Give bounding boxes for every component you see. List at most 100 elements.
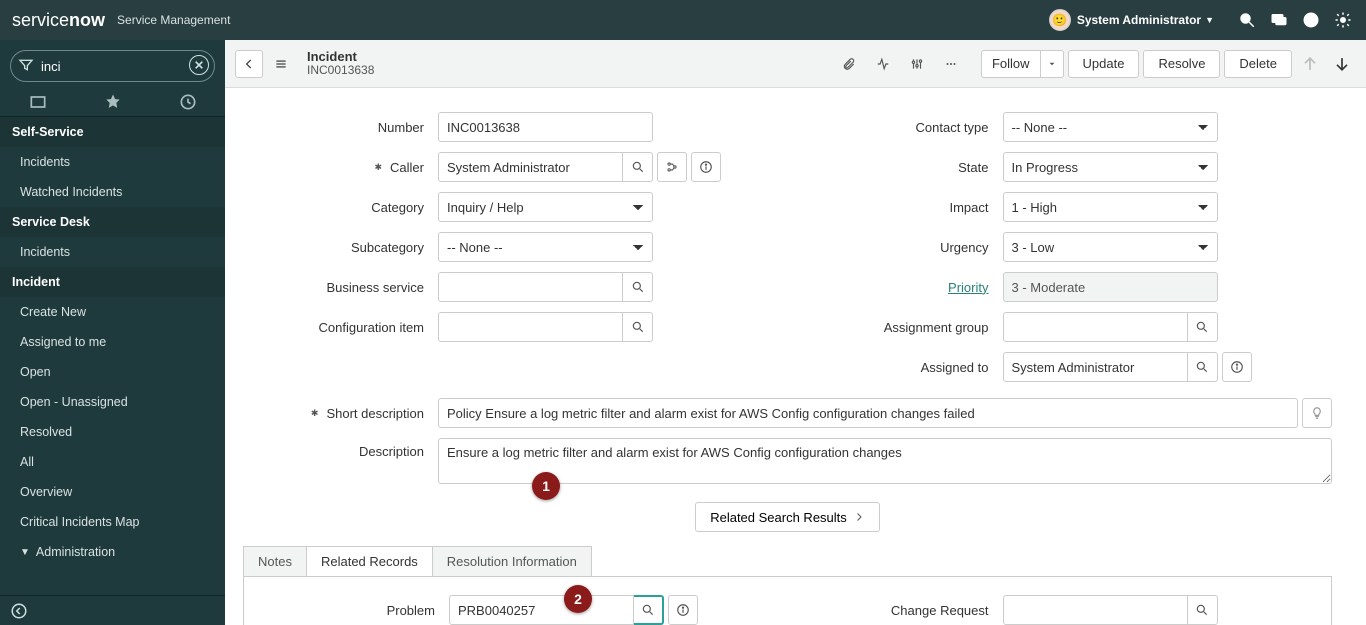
delete-button[interactable]: Delete: [1224, 50, 1292, 78]
nav-module[interactable]: Incidents: [0, 147, 225, 177]
nav-collapse[interactable]: [0, 595, 225, 625]
problem-input[interactable]: [449, 595, 634, 625]
label-assigned-to: Assigned to: [808, 360, 1003, 375]
activity-icon[interactable]: [869, 50, 897, 78]
nav-module-administration[interactable]: ▼Administration: [0, 537, 225, 567]
lookup-icon[interactable]: [1188, 595, 1218, 625]
urgency-select[interactable]: 3 - Low: [1003, 232, 1218, 262]
app-navigator: Self-Service Incidents Watched Incidents…: [0, 40, 225, 625]
info-icon[interactable]: [1222, 352, 1252, 382]
number-input[interactable]: [438, 112, 653, 142]
lookup-icon[interactable]: [1188, 352, 1218, 382]
nav-list[interactable]: Self-Service Incidents Watched Incidents…: [0, 117, 225, 595]
label-subcategory: Subcategory: [243, 240, 438, 255]
follow-dropdown[interactable]: [1040, 50, 1064, 78]
label-assignment-group: Assignment group: [808, 320, 1003, 335]
suggestion-icon[interactable]: [1302, 398, 1332, 428]
chat-icon[interactable]: [1268, 9, 1290, 31]
priority-input: [1003, 272, 1218, 302]
back-button[interactable]: [235, 50, 263, 78]
state-select[interactable]: In Progress: [1003, 152, 1218, 182]
config-item-input[interactable]: [438, 312, 623, 342]
nav-module[interactable]: Open: [0, 357, 225, 387]
prev-record-icon[interactable]: [1296, 50, 1324, 78]
nav-module[interactable]: Critical Incidents Map: [0, 507, 225, 537]
gear-icon[interactable]: [1332, 9, 1354, 31]
search-icon[interactable]: [1236, 9, 1258, 31]
nav-app-self-service[interactable]: Self-Service: [0, 117, 225, 147]
lookup-icon[interactable]: [634, 595, 664, 625]
assignment-group-input[interactable]: [1003, 312, 1188, 342]
label-state: State: [808, 160, 1003, 175]
more-icon[interactable]: [937, 50, 965, 78]
global-header: servicenow Service Management 🙂 System A…: [0, 0, 1366, 40]
caller-input[interactable]: [438, 152, 623, 182]
label-category: Category: [243, 200, 438, 215]
lookup-icon[interactable]: [1188, 312, 1218, 342]
follow-button[interactable]: Follow: [981, 50, 1040, 78]
label-priority[interactable]: Priority: [808, 280, 1003, 295]
nav-app-incident[interactable]: Incident: [0, 267, 225, 297]
nav-app-service-desk[interactable]: Service Desk: [0, 207, 225, 237]
resolve-button[interactable]: Resolve: [1143, 50, 1220, 78]
brand-logo: servicenow: [12, 10, 105, 31]
label-contact-type: Contact type: [808, 120, 1003, 135]
callout-1: 1: [532, 472, 560, 500]
category-select[interactable]: Inquiry / Help: [438, 192, 653, 222]
context-menu-icon[interactable]: [267, 50, 295, 78]
lookup-icon[interactable]: [623, 312, 653, 342]
label-problem: Problem: [254, 603, 449, 618]
clear-filter-button[interactable]: [189, 55, 209, 75]
nav-module[interactable]: Resolved: [0, 417, 225, 447]
nav-module[interactable]: Overview: [0, 477, 225, 507]
related-list-icon[interactable]: [657, 152, 687, 182]
related-search-button[interactable]: Related Search Results: [695, 502, 880, 532]
label-urgency: Urgency: [808, 240, 1003, 255]
tab-related-records[interactable]: Related Records: [306, 546, 433, 576]
short-desc-input[interactable]: [438, 398, 1298, 428]
filter-icon: [18, 57, 34, 73]
description-textarea[interactable]: Ensure a log metric filter and alarm exi…: [438, 438, 1332, 484]
business-service-input[interactable]: [438, 272, 623, 302]
personalize-icon[interactable]: [903, 50, 931, 78]
tab-body-related-records: 2 Problem: [243, 577, 1332, 625]
nav-module[interactable]: Watched Incidents: [0, 177, 225, 207]
nav-module[interactable]: Open - Unassigned: [0, 387, 225, 417]
suite-label: Service Management: [117, 13, 230, 27]
nav-module[interactable]: All: [0, 447, 225, 477]
all-apps-icon[interactable]: [28, 92, 48, 112]
attachment-icon[interactable]: [835, 50, 863, 78]
subcategory-select[interactable]: -- None --: [438, 232, 653, 262]
tab-resolution[interactable]: Resolution Information: [432, 546, 592, 576]
label-config-item: Configuration item: [243, 320, 438, 335]
nav-filter-input[interactable]: [10, 50, 215, 82]
user-menu[interactable]: System Administrator: [1077, 13, 1201, 27]
label-change-request: Change Request: [808, 603, 1003, 618]
info-icon[interactable]: [668, 595, 698, 625]
history-icon[interactable]: [178, 92, 198, 112]
impact-select[interactable]: 1 - High: [1003, 192, 1218, 222]
next-record-icon[interactable]: [1328, 50, 1356, 78]
label-caller: Caller: [243, 160, 438, 175]
chevron-down-icon[interactable]: ▼: [1205, 15, 1214, 25]
record-title: Incident INC0013638: [307, 50, 374, 77]
help-icon[interactable]: [1300, 9, 1322, 31]
nav-module[interactable]: Incidents: [0, 237, 225, 267]
assigned-to-input[interactable]: [1003, 352, 1188, 382]
label-short-desc: Short description: [243, 406, 438, 421]
form-header: Incident INC0013638 Follow Update Resolv…: [225, 40, 1366, 88]
update-button[interactable]: Update: [1068, 50, 1140, 78]
change-request-input[interactable]: [1003, 595, 1188, 625]
tab-notes[interactable]: Notes: [243, 546, 307, 576]
lookup-icon[interactable]: [623, 152, 653, 182]
lookup-icon[interactable]: [623, 272, 653, 302]
avatar[interactable]: 🙂: [1049, 9, 1071, 31]
form-tabs: Notes Related Records Resolution Informa…: [243, 546, 1332, 577]
form-body[interactable]: Number Caller Category: [225, 88, 1366, 625]
nav-module[interactable]: Assigned to me: [0, 327, 225, 357]
nav-module[interactable]: Create New: [0, 297, 225, 327]
favorites-icon[interactable]: [103, 92, 123, 112]
label-impact: Impact: [808, 200, 1003, 215]
info-icon[interactable]: [691, 152, 721, 182]
contact-type-select[interactable]: -- None --: [1003, 112, 1218, 142]
